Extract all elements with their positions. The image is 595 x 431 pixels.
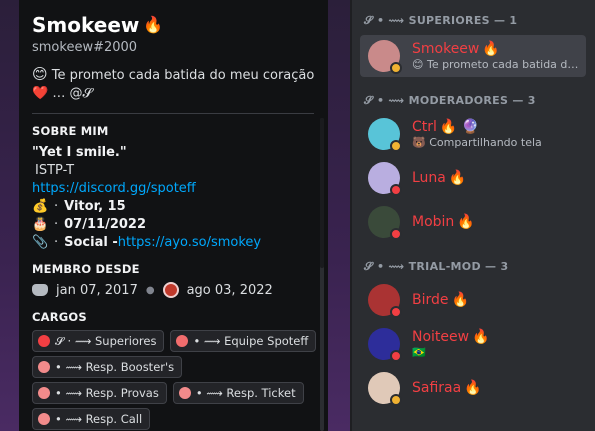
dnd-status-icon: [390, 350, 402, 362]
member-item[interactable]: Noiteew 🔥 🇧🇷: [360, 323, 586, 365]
cake-icon: 🎂: [32, 217, 49, 232]
member-since: jan 07, 2017 ● ago 03, 2022: [32, 282, 316, 298]
flame-icon: 🔥 🔮: [439, 119, 480, 135]
role-pill[interactable]: • ⟿ Resp. Ticket: [172, 382, 304, 404]
dnd-status-icon: [390, 228, 402, 240]
member-item[interactable]: Luna 🔥: [360, 157, 586, 199]
about-row-date: 🎂 · 07/11/2022: [32, 217, 146, 232]
scrollbar-thumb[interactable]: [320, 118, 324, 268]
about-quote: "Yet I smile.": [32, 145, 127, 160]
flame-icon: 🔥: [472, 329, 490, 345]
flame-icon: 🔥: [143, 15, 164, 34]
member-status: 🇧🇷: [412, 346, 426, 359]
avatar: [368, 328, 402, 362]
member-item[interactable]: Birde 🔥: [360, 279, 586, 321]
group-header-superiores: 𝓢 • ⟿ SUPERIORES — 1: [364, 14, 518, 27]
avatar: [368, 118, 402, 152]
about-row-social: 📎 · Social - https://ayo.so/smokey: [32, 234, 262, 252]
coins-icon: 💰: [32, 199, 49, 214]
profile-card: Smokeew 🔥 smokeew#2000 😊 Te prometo cada…: [19, 0, 328, 431]
profile-display-name: Smokeew 🔥: [32, 13, 164, 37]
member-status: 😊 Te prometo cada batida do ...: [412, 58, 582, 71]
member-item[interactable]: Safiraa 🔥: [360, 367, 586, 409]
smile-emoji-icon: 😊: [32, 65, 48, 83]
dnd-status-icon: [390, 306, 402, 318]
paperclip-icon: 📎: [32, 235, 49, 250]
flame-icon: 🔥: [464, 380, 482, 396]
about-row-name: 💰 · Vitor, 15: [32, 199, 126, 214]
flame-icon: 🔥: [451, 292, 469, 308]
divider: [32, 113, 314, 114]
profile-scrollbar[interactable]: [320, 118, 324, 431]
dot-separator: ●: [145, 284, 155, 296]
role-color-dot: [38, 361, 50, 373]
avatar: [368, 284, 402, 318]
roles-title: CARGOS: [32, 310, 87, 324]
member-status: 🐻 Compartilhando tela: [412, 136, 542, 149]
invite-link[interactable]: https://discord.gg/spoteff: [32, 181, 196, 196]
idle-status-icon: [390, 394, 402, 406]
member-item[interactable]: Mobin 🔥: [360, 201, 586, 243]
group-header-trial-mod: 𝓢 • ⟿ TRIAL-MOD — 3: [364, 260, 509, 273]
heart-icon: ❤️: [32, 86, 49, 101]
dnd-status-icon: [390, 184, 402, 196]
role-pill[interactable]: • ⟿ Resp. Provas: [32, 382, 167, 404]
flame-icon: 🔥: [448, 170, 467, 186]
flame-icon: 🔥: [482, 41, 500, 57]
idle-status-icon: [390, 62, 402, 74]
about-me: "Yet I smile." ISTP-T https://discord.gg…: [32, 144, 316, 252]
member-item[interactable]: Ctrl 🔥 🔮 🐻 Compartilhando tela: [360, 113, 586, 155]
member-item[interactable]: Smokeew 🔥 😊 Te prometo cada batida do ...: [360, 35, 586, 77]
about-mbti: ISTP-T: [35, 163, 75, 178]
custom-status: 😊 Te prometo cada batida do meu coração …: [32, 65, 315, 101]
discord-logo-icon: [32, 284, 48, 296]
discord-join-date: jan 07, 2017: [56, 282, 138, 298]
about-me-title: SOBRE MIM: [32, 124, 109, 138]
roles-list: 𝓢 · ⟿ Superiores • ⟿ Equipe Spoteff • ⟿ …: [32, 330, 317, 430]
group-header-moderadores: 𝓢 • ⟿ MODERADORES — 3: [364, 94, 536, 107]
avatar: [368, 162, 402, 196]
social-link[interactable]: https://ayo.so/smokey: [118, 234, 261, 252]
role-color-dot: [178, 387, 191, 399]
role-pill[interactable]: • ⟿ Resp. Booster's: [32, 356, 183, 378]
idle-status-icon: [390, 140, 402, 152]
role-pill[interactable]: • ⟿ Equipe Spoteff: [170, 330, 317, 352]
role-color-dot: [38, 413, 50, 425]
server-join-date: ago 03, 2022: [186, 282, 273, 298]
role-color-dot: [176, 335, 189, 347]
avatar: [368, 372, 402, 406]
avatar: [368, 206, 402, 240]
role-color-dot: [38, 387, 50, 399]
flame-icon: 🔥: [457, 214, 475, 230]
member-since-title: MEMBRO DESDE: [32, 262, 140, 276]
avatar: [368, 40, 402, 74]
role-pill[interactable]: 𝓢 · ⟿ Superiores: [32, 330, 165, 352]
role-color-dot: [38, 335, 50, 347]
server-icon: [162, 282, 179, 298]
profile-username: smokeew#2000: [32, 40, 138, 55]
role-pill[interactable]: • ⟿ Resp. Call: [32, 408, 151, 430]
member-list: 𝓢 • ⟿ SUPERIORES — 1 Smokeew 🔥 😊 Te prome…: [352, 0, 595, 431]
